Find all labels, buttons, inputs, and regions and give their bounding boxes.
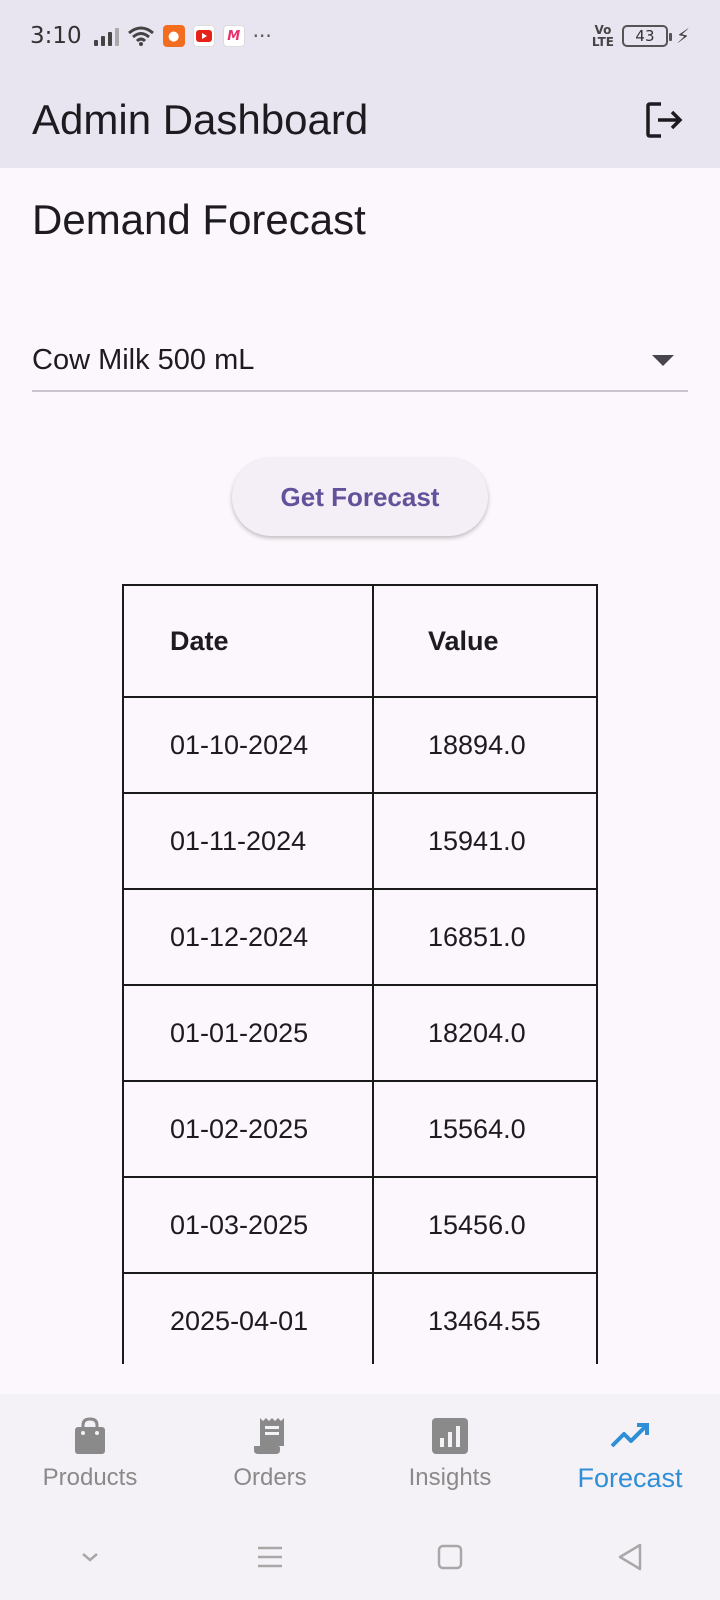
bottom-navigation: Products Orders Insights Forecast <box>0 1394 720 1514</box>
status-icons: ● M ··· <box>93 24 272 48</box>
product-dropdown[interactable]: Cow Milk 500 mL <box>32 330 688 392</box>
date-cell: 01-11-2024 <box>122 792 374 890</box>
nav-item-insights[interactable]: Insights <box>360 1394 540 1514</box>
value-cell: 18204.0 <box>372 984 598 1082</box>
column-header-date: Date <box>122 584 374 698</box>
table-header-row: Date Value <box>122 584 598 698</box>
value-cell: 15564.0 <box>372 1080 598 1178</box>
dropdown-arrow-icon <box>652 354 674 366</box>
shopping-bag-icon <box>70 1416 110 1456</box>
date-cell: 01-12-2024 <box>122 888 374 986</box>
table-row: 01-10-2024 18894.0 <box>122 696 598 794</box>
value-cell: 18894.0 <box>372 696 598 794</box>
myntra-app-icon: M <box>222 25 245 47</box>
forecast-table-container[interactable]: Date Value 01-10-2024 18894.0 01-11-2024… <box>122 584 598 1364</box>
logout-button[interactable] <box>640 96 688 144</box>
page-title: Demand Forecast <box>32 196 366 243</box>
column-header-value: Value <box>372 584 598 698</box>
receipt-icon <box>250 1416 290 1456</box>
value-cell: 15941.0 <box>372 792 598 890</box>
nav-label-orders: Orders <box>233 1464 307 1491</box>
nav-label-products: Products <box>42 1464 138 1491</box>
nav-label-insights: Insights <box>408 1464 492 1491</box>
menu-icon <box>258 1546 282 1568</box>
product-dropdown-value: Cow Milk 500 mL <box>32 343 255 376</box>
table-row: 01-12-2024 16851.0 <box>122 888 598 986</box>
battery-level: 43 <box>635 27 655 45</box>
nav-item-orders[interactable]: Orders <box>180 1394 360 1514</box>
swiggy-app-icon: ● <box>162 25 185 47</box>
logout-icon <box>646 102 683 138</box>
status-time: 3:10 <box>30 23 82 49</box>
date-cell: 01-10-2024 <box>122 696 374 794</box>
date-cell: 2025-04-01 <box>122 1272 374 1364</box>
table-row: 01-11-2024 15941.0 <box>122 792 598 890</box>
app-bar: Admin Dashboard <box>0 72 720 168</box>
status-right: Vo LTE 43 ⚡ <box>592 24 690 48</box>
nav-item-forecast[interactable]: Forecast <box>540 1394 720 1514</box>
get-forecast-button[interactable]: Get Forecast <box>232 458 488 536</box>
back-triangle-icon <box>618 1543 642 1571</box>
bar-chart-icon <box>430 1416 470 1456</box>
forecast-table: Date Value 01-10-2024 18894.0 01-11-2024… <box>122 584 598 1364</box>
date-cell: 01-02-2025 <box>122 1080 374 1178</box>
table-row: 01-02-2025 15564.0 <box>122 1080 598 1178</box>
battery-icon: 43 <box>621 25 672 47</box>
value-cell: 15456.0 <box>372 1176 598 1274</box>
trending-up-icon <box>610 1415 650 1455</box>
table-row: 01-01-2025 18204.0 <box>122 984 598 1082</box>
signal-icon <box>93 26 119 46</box>
collapse-button[interactable] <box>60 1527 120 1587</box>
value-cell: 13464.55 <box>372 1272 598 1364</box>
value-cell: 16851.0 <box>372 888 598 986</box>
date-cell: 01-01-2025 <box>122 984 374 1082</box>
recent-apps-button[interactable] <box>240 1527 300 1587</box>
home-square-icon <box>437 1544 463 1570</box>
nav-label-forecast: Forecast <box>577 1462 683 1493</box>
status-bar: 3:10 ● M ··· Vo LTE 43 ⚡ <box>0 0 720 72</box>
chevron-down-icon <box>82 1553 98 1562</box>
table-row: 2025-04-01 13464.55 <box>122 1272 598 1364</box>
nav-item-products[interactable]: Products <box>0 1394 180 1514</box>
system-navigation-bar <box>0 1514 720 1600</box>
date-cell: 01-03-2025 <box>122 1176 374 1274</box>
more-notifications-icon: ··· <box>252 24 272 48</box>
back-button[interactable] <box>600 1527 660 1587</box>
volte-icon: Vo LTE <box>591 23 614 49</box>
charging-icon: ⚡ <box>675 24 690 48</box>
table-row: 01-03-2025 15456.0 <box>122 1176 598 1274</box>
wifi-icon <box>127 26 154 46</box>
app-title: Admin Dashboard <box>32 96 369 143</box>
home-button[interactable] <box>420 1527 480 1587</box>
youtube-app-icon <box>192 25 215 47</box>
